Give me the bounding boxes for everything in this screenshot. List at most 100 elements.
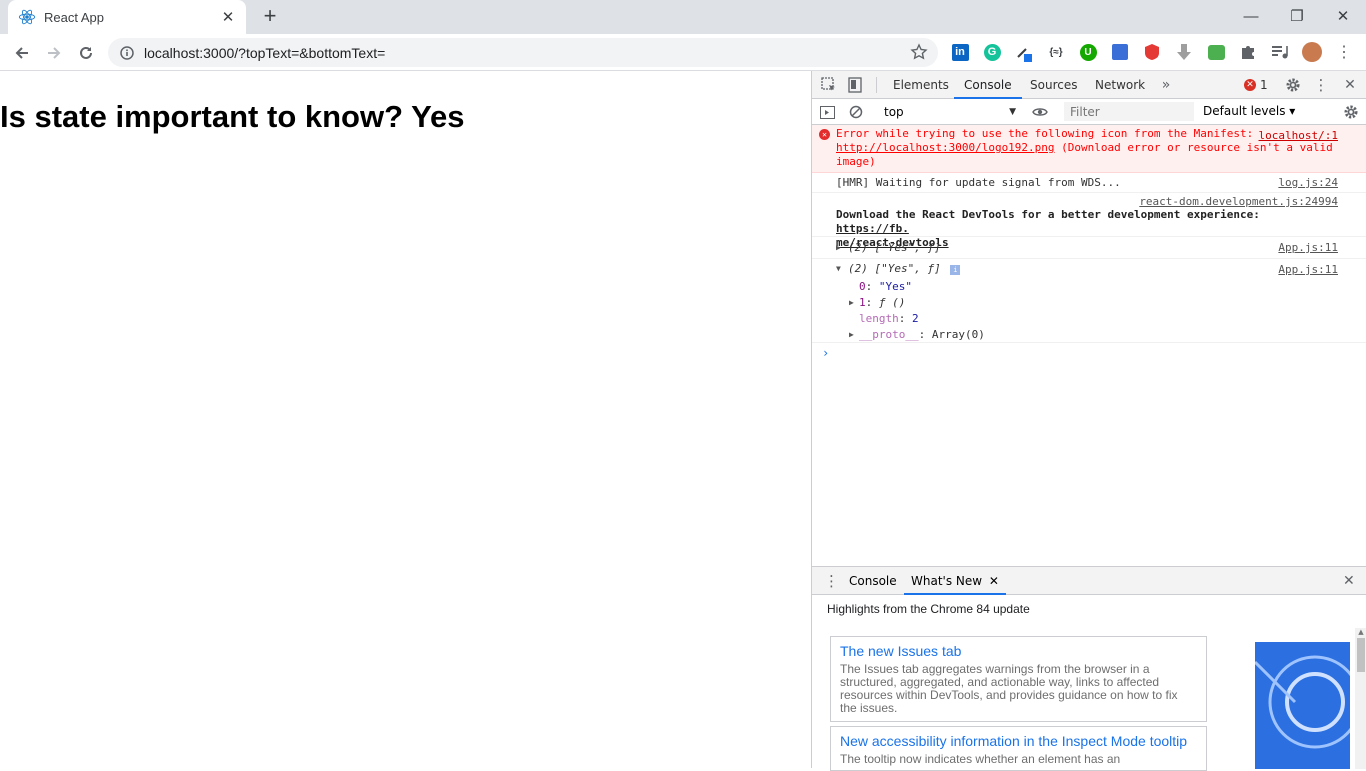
filter-input[interactable]: Filter (1064, 102, 1194, 121)
tab-close-icon[interactable]: ✕ (220, 9, 236, 26)
devtools-panel: Elements Console Sources Network » ✕ 1 ⋮… (811, 71, 1366, 771)
browser-tab[interactable]: React App ✕ (8, 0, 246, 34)
eye-icon[interactable] (1031, 103, 1049, 121)
log-text: [HMR] Waiting for update signal from WDS… (836, 176, 1121, 189)
log-levels-select[interactable]: Default levels ▾ (1203, 104, 1295, 118)
console-error-message: ✕ localhost/:1 Error while trying to use… (812, 125, 1366, 173)
collapse-arrow-icon: ▼ (836, 264, 841, 273)
error-counter[interactable]: ✕ 1 (1244, 78, 1268, 92)
card-description: The Issues tab aggregates warnings from … (840, 662, 1178, 715)
array-prop-row[interactable]: ▶ __proto__: Array(0) (849, 327, 1338, 343)
avatar[interactable] (1302, 42, 1322, 62)
card-description: The tooltip now indicates whether an ele… (840, 752, 1121, 766)
scroll-up-icon[interactable]: ▲ (1355, 628, 1366, 636)
devtools-link[interactable]: https://fb. (836, 222, 909, 235)
filter-placeholder: Filter (1070, 104, 1100, 119)
upwork-icon[interactable]: U (1078, 42, 1098, 62)
close-drawer-icon[interactable]: ✕ (1343, 573, 1355, 589)
array-prop-row[interactable]: ▶ 1: ƒ () (849, 295, 1338, 311)
drawer-menu-icon[interactable]: ⋮ (824, 572, 839, 590)
devtools-drawer: ⋮ Console What's New ✕ ✕ Highlights from… (812, 566, 1366, 771)
arrow-left-icon (15, 47, 28, 59)
minimize-button[interactable]: — (1228, 0, 1274, 32)
url-text: localhost:3000/?topText=&bottomText= (144, 44, 386, 61)
log-text: Download the React DevTools for a better… (836, 208, 1260, 221)
expand-arrow-icon: ▶ (836, 243, 841, 252)
console-log-message: react-dom.development.js:24994 Download … (812, 193, 1366, 249)
whats-new-card[interactable]: New accessibility information in the Ins… (830, 726, 1207, 771)
divider (876, 77, 877, 93)
error-count: 1 (1260, 78, 1268, 92)
arrow-right-icon (48, 47, 61, 59)
clear-console-icon[interactable] (847, 103, 865, 121)
error-icon: ✕ (819, 129, 830, 140)
expand-arrow-icon: ▶ (849, 330, 854, 339)
source-link[interactable]: log.js:24 (1278, 173, 1338, 193)
card-title: The new Issues tab (840, 643, 962, 659)
tab-title: React App (44, 9, 104, 25)
source-link[interactable]: App.js:11 (1278, 263, 1338, 276)
kebab-menu-icon[interactable]: ⋮ (1334, 42, 1354, 62)
source-link[interactable]: react-dom.development.js:24994 (1139, 195, 1338, 208)
page-viewport: Is state important to know? Yes (0, 71, 811, 768)
star-icon[interactable] (910, 43, 928, 61)
media-icon[interactable] (1270, 42, 1290, 62)
puzzle-icon[interactable] (1238, 42, 1258, 62)
restore-button[interactable]: ❐ (1274, 0, 1320, 32)
whats-new-card[interactable]: The new Issues tab The Issues tab aggreg… (830, 636, 1207, 722)
reload-button[interactable] (74, 41, 98, 65)
info-badge-icon: i (950, 265, 961, 275)
back-button[interactable] (10, 41, 34, 65)
tab-console[interactable]: Console (954, 71, 1022, 99)
console-log-message[interactable]: ▶ (2) ["Yes", ƒ] App.js:11 (812, 237, 1366, 259)
close-tab-icon[interactable]: ✕ (989, 574, 999, 588)
new-tab-button[interactable]: + (259, 5, 281, 28)
scrollbar-thumb[interactable] (1357, 638, 1365, 672)
drawer-tab-label: What's New (911, 574, 983, 588)
settings-icon[interactable] (1284, 76, 1302, 94)
devtools-tab-bar: Elements Console Sources Network » ✕ 1 ⋮… (812, 71, 1366, 99)
sidebar-toggle-icon[interactable] (818, 103, 836, 121)
info-icon (120, 45, 134, 60)
highlights-heading: Highlights from the Chrome 84 update (827, 602, 1030, 616)
error-url-link[interactable]: http://localhost:3000/logo192.png (836, 141, 1055, 154)
console-toolbar: top ▼ Filter Default levels ▾ (812, 99, 1366, 125)
more-tabs-icon[interactable]: » (1157, 76, 1175, 94)
calendar-icon[interactable] (1110, 42, 1130, 62)
address-bar[interactable]: localhost:3000/?topText=&bottomText= (108, 38, 938, 67)
download-icon[interactable] (1174, 42, 1194, 62)
console-prompt[interactable]: › (812, 343, 1366, 363)
shield-icon[interactable] (1142, 42, 1162, 62)
close-devtools-icon[interactable]: ✕ (1341, 76, 1359, 94)
linkedin-icon[interactable]: in (950, 42, 970, 62)
reload-icon (80, 46, 92, 59)
forward-button[interactable] (42, 41, 66, 65)
console-log-message-expanded[interactable]: ▼ (2) ["Yes", ƒ] i App.js:11 0: "Yes" ▶ 1… (812, 259, 1366, 343)
error-icon: ✕ (1244, 79, 1256, 91)
tab-elements[interactable]: Elements (893, 71, 949, 99)
drawer-tab-bar: ⋮ Console What's New ✕ ✕ (812, 567, 1366, 595)
source-link[interactable]: localhost/:1 (1259, 129, 1338, 143)
drawer-scrollbar[interactable]: ▲ (1355, 628, 1366, 769)
device-toolbar-icon[interactable] (846, 76, 864, 94)
inbox-icon[interactable] (1206, 42, 1226, 62)
tab-sources[interactable]: Sources (1030, 71, 1077, 99)
json-icon[interactable]: {≈} (1046, 42, 1066, 62)
drawer-tab-console[interactable]: Console (849, 567, 897, 595)
eyedropper-icon[interactable] (1014, 42, 1034, 62)
close-window-button[interactable]: ✕ (1320, 0, 1366, 32)
source-link[interactable]: App.js:11 (1278, 237, 1338, 259)
tab-network[interactable]: Network (1095, 71, 1145, 99)
array-prop-row: length: 2 (859, 312, 919, 325)
error-text: Error while trying to use the following … (836, 127, 1254, 140)
console-output: ✕ localhost/:1 Error while trying to use… (812, 125, 1366, 363)
context-select[interactable]: top ▼ (874, 103, 1016, 121)
tab-strip: React App ✕ + — ❐ ✕ (0, 0, 1366, 34)
inspect-element-icon[interactable] (820, 76, 838, 94)
kebab-menu-icon[interactable]: ⋮ (1312, 76, 1330, 94)
grammarly-icon[interactable]: G (982, 42, 1002, 62)
context-value: top (884, 105, 904, 119)
console-log-message: [HMR] Waiting for update signal from WDS… (812, 173, 1366, 193)
drawer-tab-whats-new[interactable]: What's New ✕ (904, 567, 1006, 595)
console-settings-icon[interactable] (1342, 103, 1360, 121)
